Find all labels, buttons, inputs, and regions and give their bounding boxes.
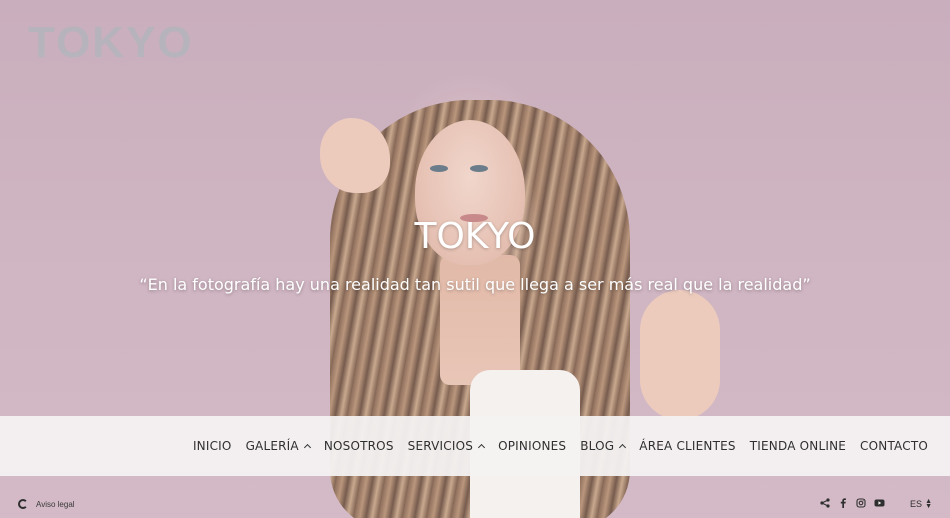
nav-item-label: ÁREA CLIENTES [639,439,736,453]
nav-item-label: OPINIONES [498,439,567,453]
nav-item-contacto[interactable]: CONTACTO [860,439,928,453]
legal-notice-link[interactable]: Aviso legal [36,500,75,509]
nav-item-label: INICIO [192,439,232,453]
nav-item-label: SERVICIOS [407,439,474,453]
nav-item-galeria[interactable]: GALERÍA [245,439,311,453]
instagram-icon[interactable] [856,497,866,511]
nav-item-blog[interactable]: BLOG [580,439,627,453]
chevron-up-icon [619,443,627,452]
facebook-icon[interactable] [838,497,848,511]
up-down-arrows-icon: ▲ ▼ [925,498,932,510]
footer-right: ES ▲ ▼ [820,497,932,511]
site-logo[interactable]: TOKYO [28,18,194,68]
nav-item-label: TIENDA ONLINE [749,439,847,453]
language-label: ES [910,499,923,509]
chevron-up-icon [303,443,311,452]
nav-item-label: GALERÍA [245,439,299,453]
hero-eye-left [430,165,448,172]
hero-quote: “En la fotografía hay una realidad tan s… [139,275,811,294]
hero-eye-right [470,165,488,172]
chevron-up-icon [478,443,486,452]
nav-item-inicio[interactable]: INICIO [193,439,232,453]
hero-arm-right [640,290,720,420]
main-navigation: INICIO GALERÍA NOSOTROS SERVICIOS OPINIO… [0,416,950,476]
nav-item-label: CONTACTO [860,439,928,453]
hero-title: TOKYO [414,216,536,257]
youtube-icon[interactable] [874,498,885,511]
nav-item-label: NOSOTROS [323,439,394,453]
hero-hand-left [320,118,390,193]
nav-item-tienda-online[interactable]: TIENDA ONLINE [750,439,846,453]
language-selector[interactable]: ES ▲ ▼ [910,498,932,510]
builder-logo-icon[interactable] [18,499,28,509]
nav-item-label: BLOG [580,439,615,453]
footer-bar: Aviso legal ES ▲ ▼ [0,492,950,516]
nav-item-servicios[interactable]: SERVICIOS [407,439,486,453]
nav-item-opiniones[interactable]: OPINIONES [498,439,566,453]
nav-item-area-clientes[interactable]: ÁREA CLIENTES [639,439,735,453]
share-icon[interactable] [820,497,830,511]
footer-left: Aviso legal [18,499,75,509]
nav-item-nosotros[interactable]: NOSOTROS [324,439,394,453]
